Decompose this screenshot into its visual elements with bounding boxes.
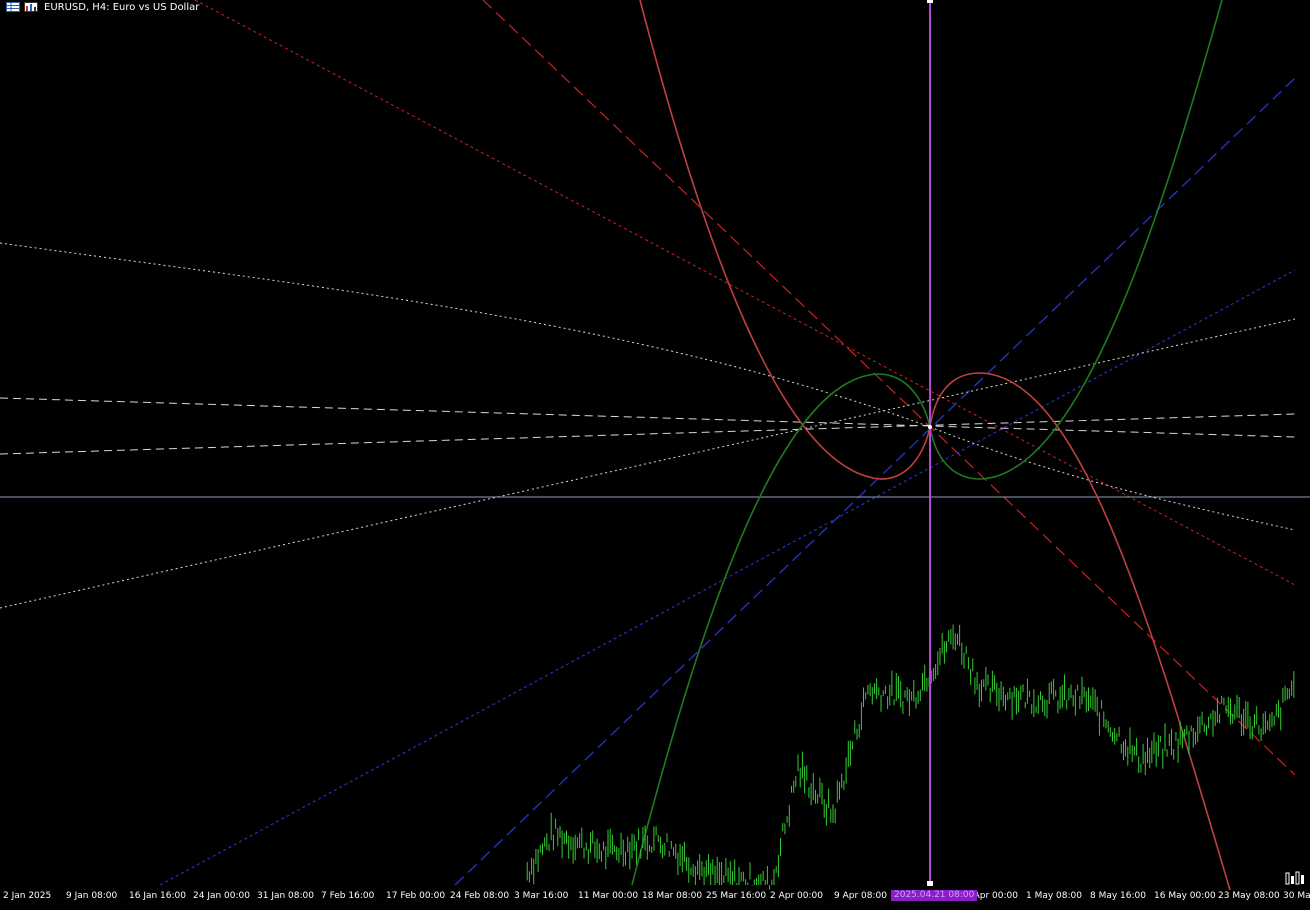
red-dashed-ray — [482, 0, 1296, 776]
red-arc-left — [639, 0, 931, 480]
chart-grid-icon[interactable] — [6, 2, 20, 12]
time-axis-label: 2 Jan 2025 — [3, 891, 52, 901]
time-axis-label: 3 Mar 16:00 — [514, 891, 569, 901]
time-axis: 2 Jan 2025 9 Jan 08:00 16 Jan 16:00 24 Jan … — [0, 886, 1310, 910]
white-dotted-ray — [0, 318, 1296, 609]
chart-window[interactable]: EURUSD, H4: Euro vs US Dollar 2 Jan 2025… — [0, 0, 1310, 910]
green-arc-left — [631, 373, 931, 886]
white-dashed-ray — [0, 397, 1296, 438]
cursor-time-label: 2025.04.21 08:00 — [891, 890, 978, 901]
time-axis-label: 25 Mar 16:00 — [706, 891, 767, 901]
time-axis-label: 30 Ma — [1283, 891, 1310, 901]
vertical-line-handle-top — [927, 0, 933, 3]
time-axis-label: 9 Jan 08:00 — [66, 891, 118, 901]
analysis-drawings — [0, 0, 1310, 891]
green-arc-right — [929, 0, 1223, 480]
price-chart[interactable] — [0, 0, 1310, 910]
time-axis-label: 23 May 08:00 — [1218, 891, 1280, 901]
blue-dotted-ray — [159, 269, 1296, 886]
time-axis-label: 18 Mar 08:00 — [642, 891, 703, 901]
red-arc-right — [929, 372, 1231, 891]
time-axis-label: 1 May 08:00 — [1026, 891, 1082, 901]
time-axis-label: 9 Apr 08:00 — [834, 891, 887, 901]
time-axis-label: 17 Feb 00:00 — [386, 891, 446, 901]
depth-of-market-icon[interactable] — [1285, 871, 1307, 885]
time-axis-label: 11 Mar 00:00 — [578, 891, 639, 901]
chart-properties-icon[interactable] — [24, 2, 38, 12]
time-axis-label: 7 Feb 16:00 — [321, 891, 375, 901]
white-dashed-ray — [0, 413, 1296, 455]
chart-title-bar: EURUSD, H4: Euro vs US Dollar — [0, 0, 199, 14]
time-axis-label: 16 May 00:00 — [1154, 891, 1216, 901]
time-axis-label: 2 Apr 00:00 — [770, 891, 823, 901]
pivot-point — [928, 425, 932, 429]
time-axis-label: 24 Feb 08:00 — [450, 891, 510, 901]
time-axis-label: 31 Jan 08:00 — [257, 891, 314, 901]
white-dotted-curve — [0, 242, 1296, 531]
chart-markers — [927, 0, 933, 886]
time-axis-label: 24 Jan 00:00 — [193, 891, 250, 901]
blue-dashed-ray — [454, 77, 1296, 886]
time-axis-label: 8 May 16:00 — [1090, 891, 1146, 901]
chart-title: EURUSD, H4: Euro vs US Dollar — [44, 1, 200, 13]
time-axis-label: 16 Jan 16:00 — [129, 891, 186, 901]
